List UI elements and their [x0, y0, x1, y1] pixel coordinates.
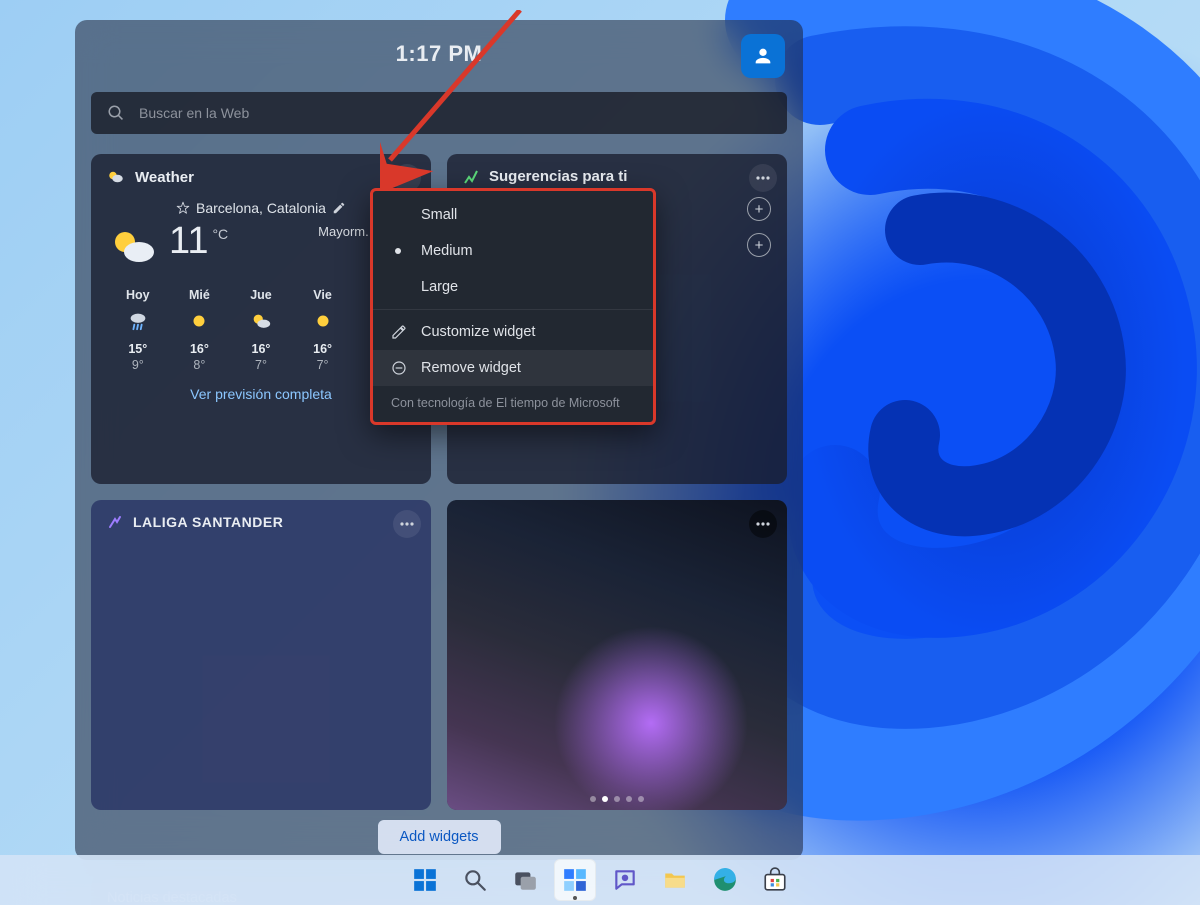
day-name: Jue — [230, 288, 292, 302]
widget-context-menu: SmallMediumLarge Customize widget Remove… — [370, 188, 656, 425]
person-icon — [752, 45, 774, 67]
ellipsis-icon — [400, 176, 414, 180]
day-icon — [169, 308, 231, 334]
day-low: 8° — [169, 358, 231, 372]
taskbar — [0, 855, 1200, 905]
forecast-day[interactable]: Vie 16° 7° — [292, 288, 354, 372]
ellipsis-icon — [400, 522, 414, 526]
full-forecast-link[interactable]: Ver previsión completa — [190, 386, 332, 402]
widgets-icon — [562, 867, 588, 893]
laliga-more-button[interactable] — [393, 510, 421, 538]
day-icon — [107, 308, 169, 334]
profile-button[interactable] — [741, 34, 785, 78]
search-icon — [462, 867, 488, 893]
taskbar-widgets[interactable] — [554, 859, 596, 901]
menu-size-large[interactable]: Large — [373, 269, 653, 305]
taskbar-store[interactable] — [754, 859, 796, 901]
search-icon — [107, 104, 125, 122]
taskbar-start[interactable] — [404, 859, 446, 901]
suggestion-add-button[interactable]: + — [747, 197, 771, 221]
location-icon — [176, 201, 190, 215]
day-low: 7° — [292, 358, 354, 372]
day-high: 16° — [230, 342, 292, 356]
menu-divider — [373, 309, 653, 310]
add-widgets-button[interactable]: Add widgets — [378, 820, 501, 854]
explorer-icon — [662, 867, 688, 893]
weather-location: Barcelona, Catalonia — [196, 200, 326, 216]
ellipsis-icon — [756, 176, 770, 180]
menu-size-medium[interactable]: Medium — [373, 233, 653, 269]
edge-icon — [712, 867, 738, 893]
day-icon — [292, 308, 354, 334]
day-name: Mié — [169, 288, 231, 302]
menu-customize-label: Customize widget — [421, 324, 535, 340]
clock-time: 1:17 PM — [396, 41, 483, 67]
chat-icon — [612, 867, 638, 893]
forecast-day[interactable]: Mié 16° 8° — [169, 288, 231, 372]
day-name: Vie — [292, 288, 354, 302]
current-condition-icon — [107, 222, 159, 274]
ellipsis-icon — [756, 522, 770, 526]
temp-unit: °C — [212, 226, 228, 242]
search-input[interactable] — [139, 105, 771, 121]
sports-icon — [107, 514, 123, 530]
day-high: 16° — [292, 342, 354, 356]
search-bar[interactable] — [91, 92, 787, 134]
taskbar-taskview[interactable] — [504, 859, 546, 901]
day-high: 16° — [169, 342, 231, 356]
taskbar-search[interactable] — [454, 859, 496, 901]
laliga-widget: LALIGA SANTANDER — [91, 500, 431, 810]
forecast-day[interactable]: Hoy 15° 9° — [107, 288, 169, 372]
suggestion-add-button[interactable]: + — [747, 233, 771, 257]
menu-footer-note: Con tecnología de El tiempo de Microsoft — [373, 386, 653, 414]
photos-widget — [447, 500, 787, 810]
carousel-dots[interactable] — [447, 796, 787, 802]
weather-title: Weather — [135, 169, 194, 186]
taskbar-explorer[interactable] — [654, 859, 696, 901]
edit-icon[interactable] — [332, 201, 346, 215]
widgets-panel: 1:17 PM Weather Barcelona, Catalonia — [75, 20, 803, 860]
current-temp: 11 — [169, 220, 208, 262]
day-high: 15° — [107, 342, 169, 356]
pencil-icon — [391, 324, 407, 340]
day-name: Hoy — [107, 288, 169, 302]
menu-remove-widget[interactable]: Remove widget — [373, 350, 653, 386]
menu-remove-label: Remove widget — [421, 360, 521, 376]
day-icon — [230, 308, 292, 334]
forecast-day[interactable]: Jue 16° 7° — [230, 288, 292, 372]
suggestions-more-button[interactable] — [749, 164, 777, 192]
menu-size-small[interactable]: Small — [373, 197, 653, 233]
day-low: 9° — [107, 358, 169, 372]
laliga-title: LALIGA SANTANDER — [133, 514, 283, 530]
day-low: 7° — [230, 358, 292, 372]
menu-customize-widget[interactable]: Customize widget — [373, 314, 653, 350]
suggestions-icon — [463, 169, 479, 185]
taskview-icon — [512, 867, 538, 893]
remove-icon — [391, 360, 407, 376]
suggestions-title: Sugerencias para ti — [489, 168, 627, 185]
store-icon — [762, 867, 788, 893]
taskbar-chat[interactable] — [604, 859, 646, 901]
start-icon — [412, 867, 438, 893]
weather-icon — [107, 168, 125, 186]
photos-more-button[interactable] — [749, 510, 777, 538]
taskbar-edge[interactable] — [704, 859, 746, 901]
